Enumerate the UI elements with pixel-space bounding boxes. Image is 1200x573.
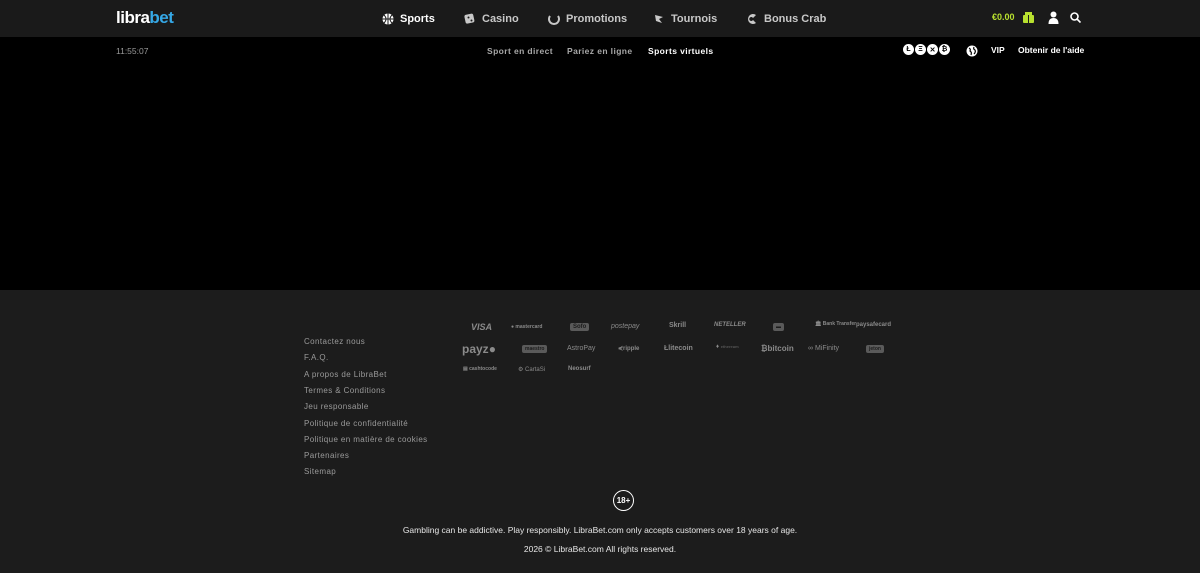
vip-link[interactable]: VIP	[991, 45, 1005, 55]
ethereum-icon: Ξ	[915, 44, 926, 55]
litecoin-icon: Ł	[903, 44, 914, 55]
bitcoin-logo: ₿bitcoin	[761, 344, 794, 353]
clock: 11:55:07	[116, 46, 149, 56]
footer-link-faq[interactable]: F.A.Q.	[304, 353, 329, 362]
ripple-logo: ⋞ripple	[618, 346, 640, 352]
ethereum-label: ethereum	[720, 344, 739, 349]
crypto-icons: Ł Ξ ✕ ₿	[903, 44, 951, 55]
nav-casino-label: Casino	[482, 12, 519, 25]
mifinity-label: MiFinity	[814, 345, 840, 352]
gambling-disclaimer: Gambling can be addictive. Play responsi…	[402, 525, 798, 535]
globe-language-icon[interactable]	[966, 45, 978, 57]
nav-bonus-crab[interactable]: Bonus Crab	[745, 0, 826, 37]
ethereum-logo: ♦ ethereum	[716, 344, 739, 350]
ripple-label: ripple	[623, 346, 640, 352]
neosurf-logo: Neosurf	[568, 366, 591, 372]
tab-sport-en-direct[interactable]: Sport en direct	[487, 46, 553, 56]
bitcoin-label: bitcoin	[767, 344, 794, 353]
casino-dice-icon	[464, 13, 475, 24]
maestro-logo: maestro	[522, 345, 548, 353]
balance-display[interactable]: €0.00	[992, 12, 1015, 22]
bank-card-logo: ▬	[773, 323, 784, 331]
promotions-icon	[548, 14, 560, 25]
copyright: 2026 © LibraBet.com All rights reserved.	[523, 544, 677, 554]
bank-transfer-logo: 🏛 Bank Transfer	[815, 321, 857, 327]
nav-tournois[interactable]: Tournois	[653, 0, 717, 37]
footer-link-about[interactable]: A propos de LibraBet	[304, 370, 387, 379]
litecoin-label: litecoin	[668, 345, 693, 352]
nav-casino[interactable]: Casino	[464, 0, 519, 37]
nav-promotions-label: Promotions	[566, 12, 628, 25]
nav-bonus-crab-label: Bonus Crab	[764, 12, 827, 25]
payz-label: payz	[462, 342, 489, 356]
nav-sports[interactable]: Sports	[382, 0, 435, 37]
cartasi-label: CartaSi	[525, 367, 546, 373]
sports-ball-icon	[382, 13, 394, 24]
nav-promotions[interactable]: Promotions	[548, 0, 627, 37]
footer-link-privacy[interactable]: Politique de confidentialité	[304, 419, 408, 428]
skrill-logo: Skrill	[669, 322, 687, 329]
search-icon[interactable]	[1070, 12, 1081, 23]
footer-link-contact[interactable]: Contactez nous	[304, 337, 365, 346]
tournament-icon	[655, 14, 663, 23]
sub-navigation-area: 11:55:07 Sport en direct Pariez en ligne…	[0, 37, 1200, 290]
tab-sports-virtuels[interactable]: Sports virtuels	[648, 46, 714, 56]
cartasi-logo: ⚙ CartaSi	[518, 367, 546, 373]
astropay-logo: AstroPay	[567, 345, 596, 352]
ripple-icon: ✕	[927, 44, 938, 55]
cashtocode-label: cashtocode	[469, 366, 497, 372]
nav-tournois-label: Tournois	[671, 12, 718, 25]
sofort-logo: Sofo	[570, 323, 590, 331]
footer-link-sitemap[interactable]: Sitemap	[304, 467, 336, 476]
footer-link-cookies[interactable]: Politique en matière de cookies	[304, 435, 428, 444]
logo-text-libra: libra	[116, 8, 150, 27]
bonus-crab-icon	[748, 13, 756, 24]
footer-link-terms[interactable]: Termes & Conditions	[304, 386, 385, 395]
footer-link-responsible[interactable]: Jeu responsable	[304, 402, 369, 411]
tab-pariez-en-ligne[interactable]: Pariez en ligne	[567, 46, 633, 56]
mifinity-logo: ∞ MiFinity	[808, 345, 840, 352]
help-link[interactable]: Obtenir de l'aide	[1018, 45, 1084, 55]
cashtocode-logo: ▤ cashtocode	[463, 366, 497, 372]
jeton-logo: jeton	[866, 345, 884, 353]
footer-link-partners[interactable]: Partenaires	[304, 451, 349, 460]
bank-transfer-label: Bank Transfer	[822, 321, 857, 327]
user-icon[interactable]	[1048, 11, 1059, 24]
mastercard-label: mastercard	[515, 324, 543, 330]
bitcoin-icon: ₿	[939, 44, 950, 55]
neteller-logo: NETELLER	[714, 322, 746, 328]
litecoin-logo: Łlitecoin	[664, 345, 693, 352]
postepay-logo: postepay	[611, 323, 640, 330]
visa-logo: VISA	[471, 322, 493, 332]
footer: Contactez nous F.A.Q. A propos de LibraB…	[0, 290, 1200, 573]
logo-text-bet: bet	[149, 8, 174, 27]
paysafecard-logo: paysafecard	[856, 322, 892, 328]
age-18-badge: 18+	[613, 490, 634, 511]
librabet-logo[interactable]: librabet	[116, 8, 174, 28]
nav-sports-label: Sports	[400, 12, 435, 25]
payz-logo: payz●	[462, 342, 496, 356]
mastercard-logo: ● mastercard	[511, 324, 543, 330]
top-navigation: librabet Sports Casino Promotions Tourno…	[0, 0, 1200, 37]
wallet-gift-icon[interactable]	[1022, 11, 1035, 24]
